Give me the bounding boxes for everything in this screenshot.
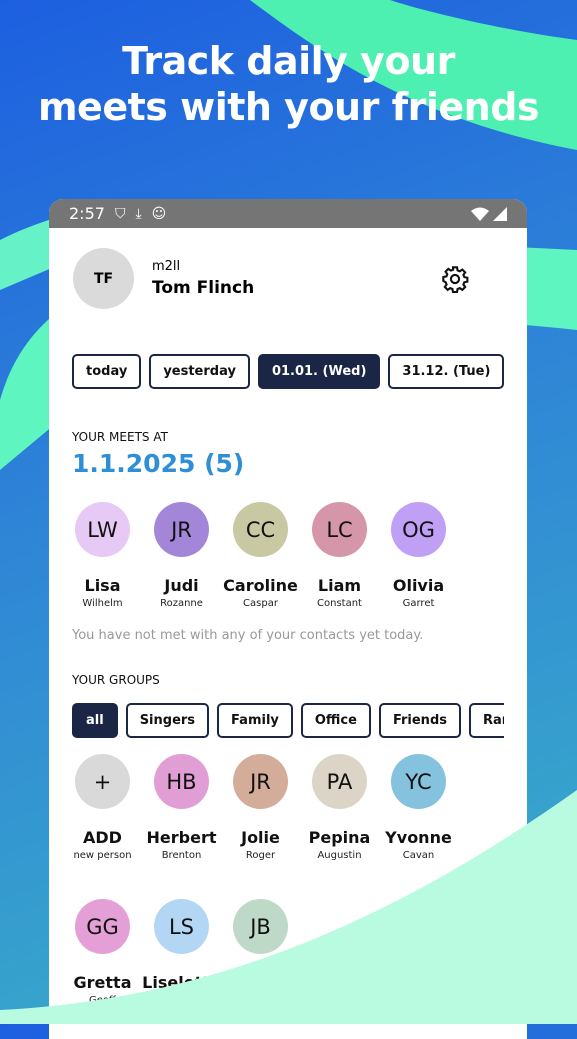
add-person-button[interactable]: + ADD new person bbox=[63, 754, 142, 861]
contact-avatar: OG bbox=[391, 502, 446, 557]
meets-date: 1.1.2025 (5) bbox=[72, 449, 245, 478]
contact[interactable]: PA Pepina Augustin bbox=[300, 754, 379, 861]
status-time: 2:57 bbox=[69, 204, 105, 223]
contact-first-name: Liselotte bbox=[142, 973, 221, 992]
contact-first-name: Caroline bbox=[223, 576, 298, 595]
phone-screen: 2:57 ⛉ ⤓ ☺ TF m2ll Tom Flinch today yeste… bbox=[49, 199, 527, 1039]
contact-avatar: JR bbox=[233, 754, 288, 809]
meets-heading: YOUR MEETS AT bbox=[72, 430, 168, 444]
group-chip[interactable]: Random bbox=[468, 703, 504, 738]
shield-icon: ⛉ bbox=[114, 205, 126, 222]
contact[interactable]: JR Judi Rozanne bbox=[142, 502, 221, 609]
group-chips: allSingersFamilyOfficeFriendsRandom bbox=[72, 703, 504, 738]
contact-last-name: Caspar bbox=[243, 598, 278, 609]
contact-first-name: Gretta bbox=[73, 973, 132, 992]
download-icon: ⤓ bbox=[135, 205, 142, 222]
contact-last-name: Rozanne bbox=[160, 598, 203, 609]
group-chip[interactable]: Friends bbox=[378, 703, 461, 738]
contact-last-name: Constant bbox=[317, 598, 362, 609]
contact-avatar: GG bbox=[75, 899, 130, 954]
contact-first-name: Herbert bbox=[146, 828, 217, 847]
contact-first-name: Lisa bbox=[84, 576, 121, 595]
gear-icon[interactable] bbox=[441, 265, 469, 293]
contact[interactable]: LS Liselotte bbox=[142, 899, 221, 1006]
group-chip[interactable]: Singers bbox=[125, 703, 210, 738]
contact-first-name: Yvonne bbox=[385, 828, 452, 847]
contact-avatar: JR bbox=[154, 502, 209, 557]
date-chip[interactable]: 31.12. (Tue) bbox=[388, 354, 504, 389]
contact-avatar: + bbox=[75, 754, 130, 809]
contact-first-name: Judi bbox=[164, 576, 199, 595]
contact-avatar: HB bbox=[154, 754, 209, 809]
contact[interactable]: LW Lisa Wilhelm bbox=[63, 502, 142, 609]
contact[interactable]: YC Yvonne Cavan bbox=[379, 754, 458, 861]
meets-note: You have not met with any of your contac… bbox=[72, 628, 424, 643]
contact-avatar: YC bbox=[391, 754, 446, 809]
contact[interactable]: OG Olivia Garret bbox=[379, 502, 458, 609]
date-chip[interactable]: today bbox=[72, 354, 142, 389]
group-chip[interactable]: Office bbox=[300, 703, 371, 738]
contact-avatar: LC bbox=[312, 502, 367, 557]
contact-last-name: new person bbox=[73, 850, 132, 861]
contact-avatar: LW bbox=[75, 502, 130, 557]
contact-avatar: PA bbox=[312, 754, 367, 809]
contact-last-name: Garret bbox=[402, 598, 435, 609]
contact-avatar: CC bbox=[233, 502, 288, 557]
cat-icon: ☺ bbox=[151, 205, 167, 222]
contact[interactable]: JR Jolie Roger bbox=[221, 754, 300, 861]
groups-heading: YOUR GROUPS bbox=[72, 673, 160, 687]
contact-last-name: Geoff bbox=[89, 995, 116, 1006]
group-people-row: GG Gretta Geoff LS Liselotte JB J bbox=[63, 899, 300, 1006]
signal-icon bbox=[493, 206, 507, 221]
contact-first-name: ADD bbox=[83, 828, 122, 847]
profile-name: Tom Flinch bbox=[152, 278, 255, 298]
headline: Track daily your meets with your friends bbox=[37, 39, 540, 129]
contact[interactable]: LC Liam Constant bbox=[300, 502, 379, 609]
contact[interactable]: JB J bbox=[221, 899, 300, 1006]
contact-last-name: Wilhelm bbox=[82, 598, 123, 609]
contact-last-name: Brenton bbox=[161, 850, 202, 861]
contact-first-name: Jolie bbox=[241, 828, 280, 847]
status-bar: 2:57 ⛉ ⤓ ☺ bbox=[49, 199, 527, 228]
contact[interactable]: CC Caroline Caspar bbox=[221, 502, 300, 609]
contact-first-name: J bbox=[257, 973, 264, 992]
contact-first-name: Olivia bbox=[392, 576, 445, 595]
date-chips: todayyesterday01.01. (Wed)31.12. (Tue)30… bbox=[72, 354, 504, 389]
contact[interactable]: GG Gretta Geoff bbox=[63, 899, 142, 1006]
date-chip[interactable]: 01.01. (Wed) bbox=[257, 354, 381, 389]
contact-last-name: Roger bbox=[245, 850, 276, 861]
group-chip[interactable]: Family bbox=[217, 703, 293, 738]
wifi-icon bbox=[471, 207, 489, 221]
meets-people: LW Lisa Wilhelm JR Judi Rozanne CC Caroline Casp… bbox=[63, 502, 458, 609]
group-chip[interactable]: all bbox=[72, 703, 118, 738]
date-chip[interactable]: yesterday bbox=[149, 354, 250, 389]
contact[interactable]: HB Herbert Brenton bbox=[142, 754, 221, 861]
profile-avatar[interactable]: TF bbox=[73, 248, 134, 309]
contact-last-name: Augustin bbox=[317, 850, 362, 861]
contact-last-name: Cavan bbox=[402, 850, 435, 861]
contact-first-name: Pepina bbox=[308, 828, 371, 847]
contact-avatar: LS bbox=[154, 899, 209, 954]
profile-username: m2ll bbox=[152, 259, 181, 274]
group-people-row: + ADD new person HB Herbert Brenton JR Jolie Rog… bbox=[63, 754, 458, 861]
contact-first-name: Liam bbox=[317, 576, 362, 595]
contact-avatar: JB bbox=[233, 899, 288, 954]
